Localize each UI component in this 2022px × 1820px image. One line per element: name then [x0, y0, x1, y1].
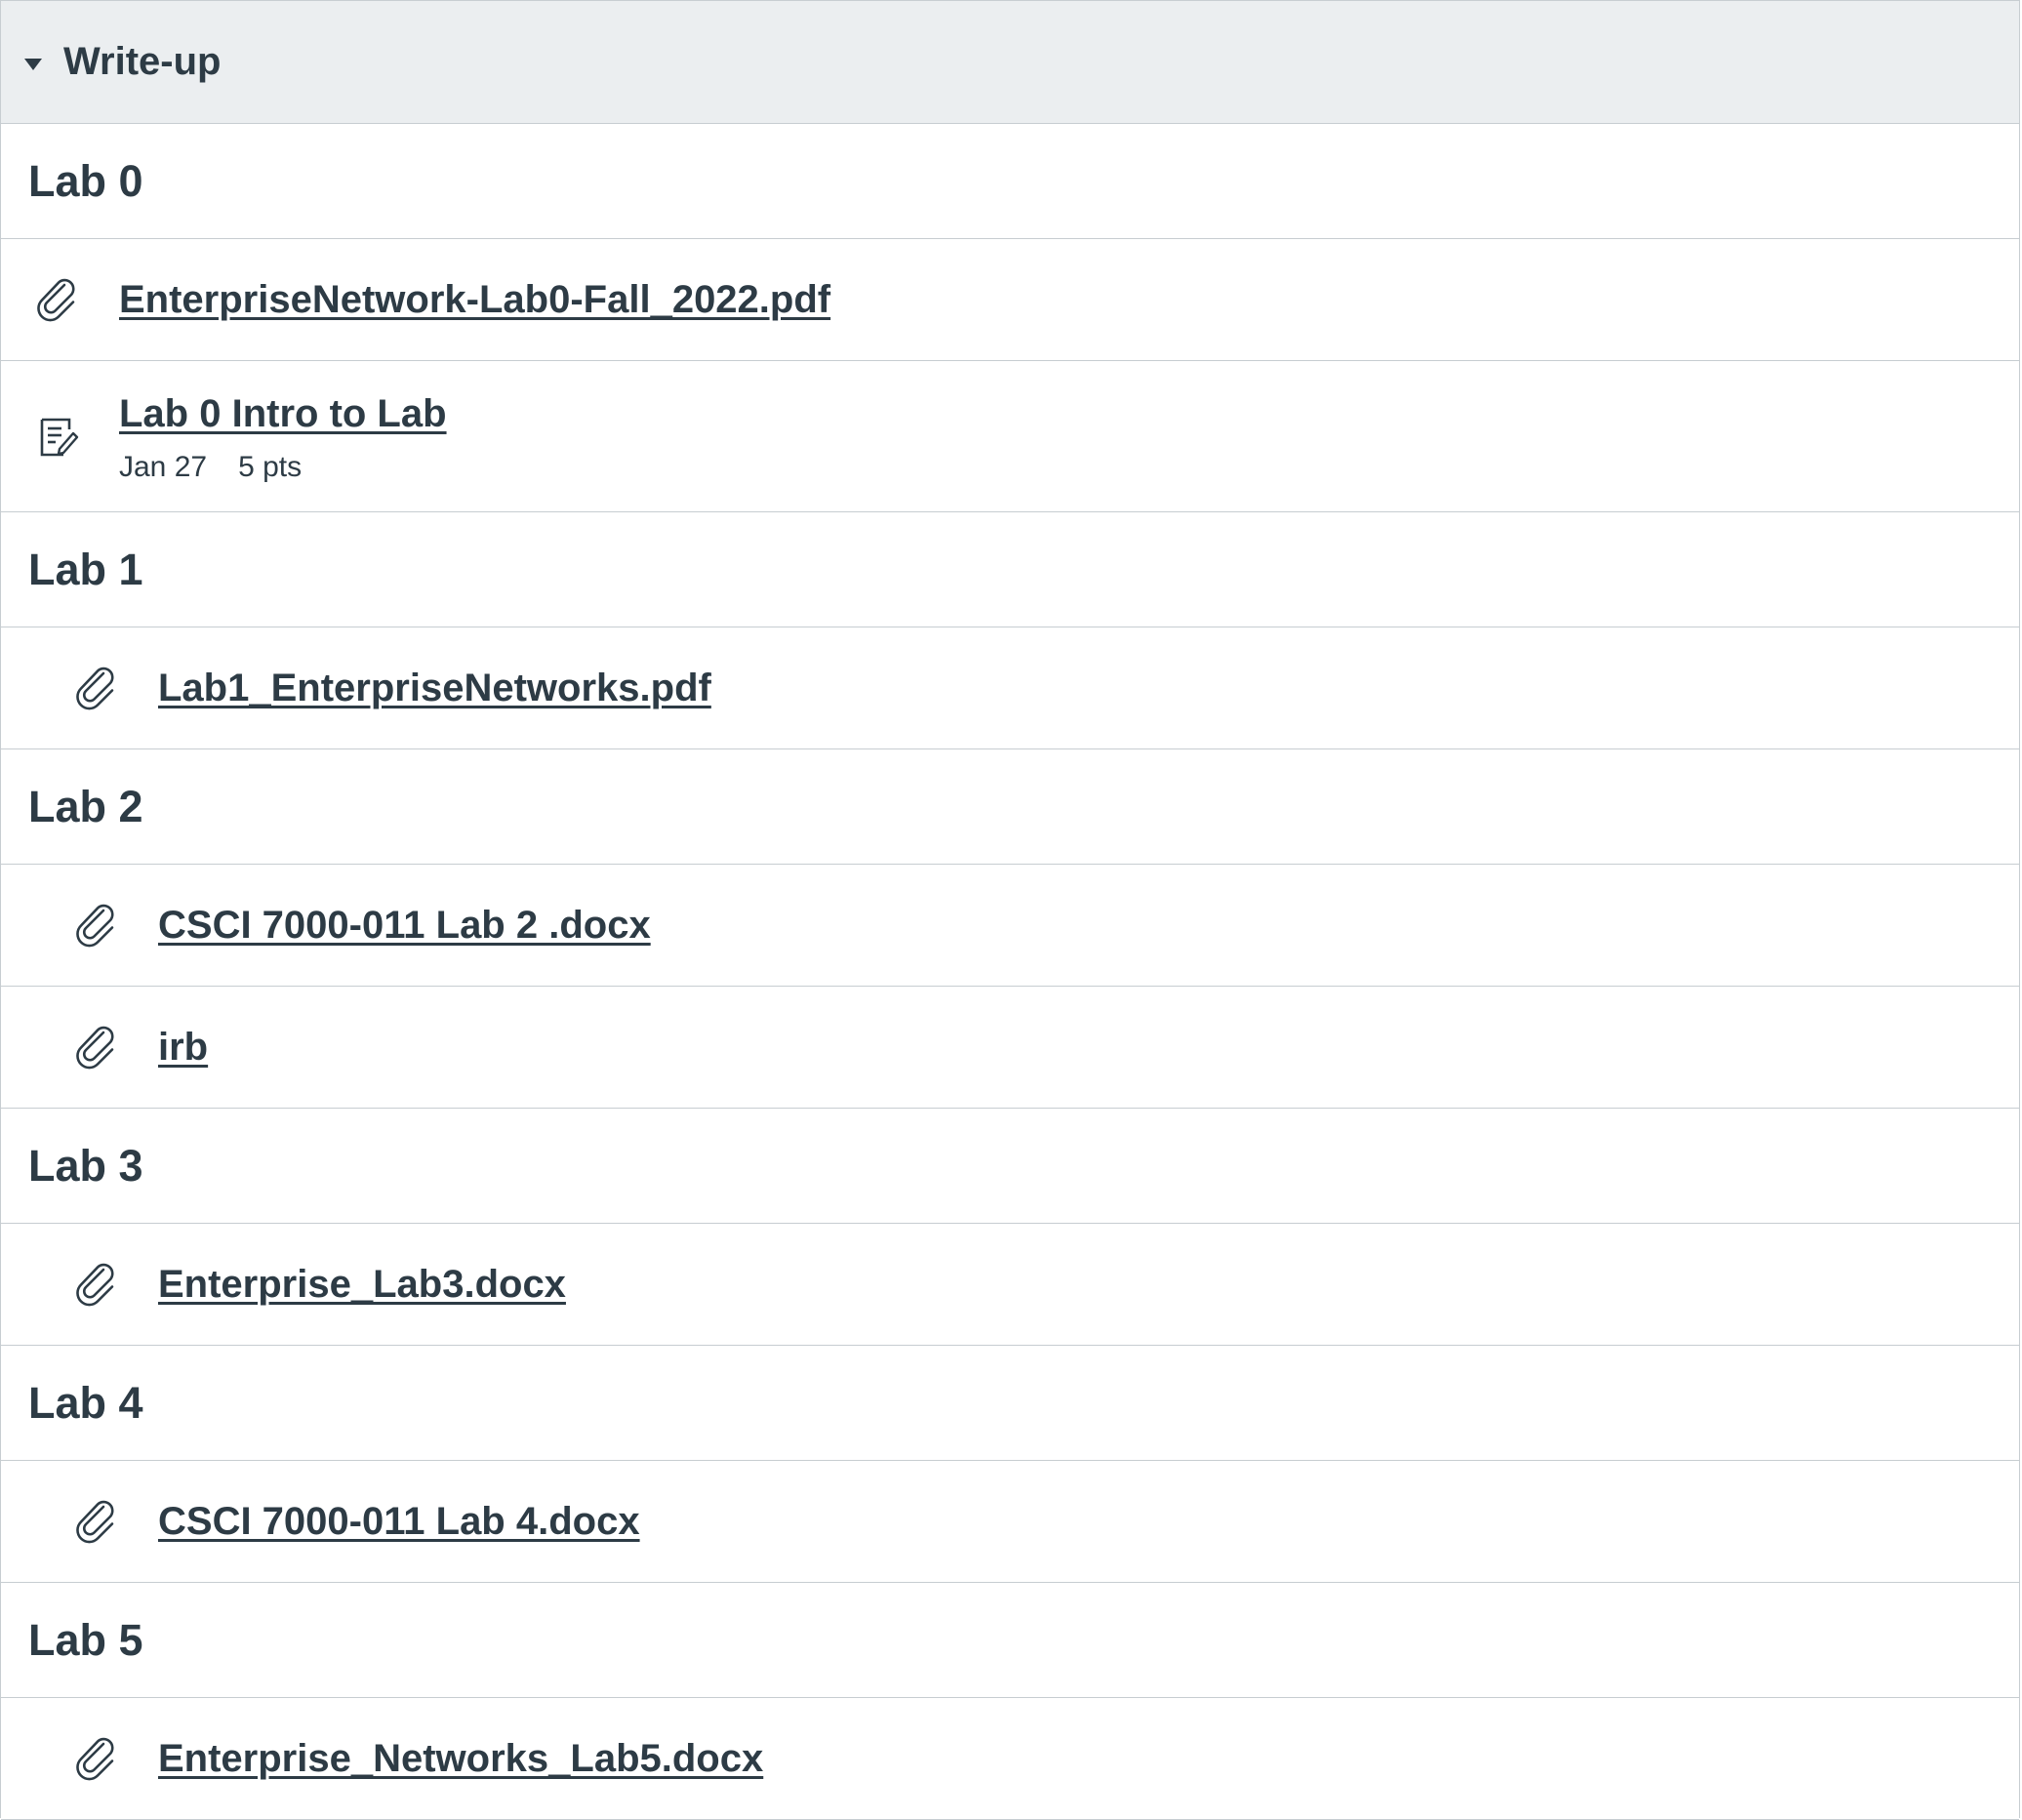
subheader-lab-3: Lab 3 — [1, 1109, 2019, 1224]
assignment-icon — [34, 414, 81, 461]
module-title: Write-up — [63, 40, 222, 83]
list-item: Lab 0 Intro to Lab Jan 27 5 pts — [1, 361, 2019, 512]
file-link[interactable]: irb — [158, 1026, 208, 1070]
caret-down-icon — [24, 58, 42, 70]
subheader-lab-0: Lab 0 — [1, 124, 2019, 239]
subheader-label: Lab 4 — [28, 1377, 143, 1428]
subheader-label: Lab 0 — [28, 155, 143, 206]
assignment-meta: Jan 27 5 pts — [119, 451, 333, 484]
paperclip-icon — [73, 1735, 120, 1782]
paperclip-icon — [73, 902, 120, 949]
file-link[interactable]: CSCI 7000-011 Lab 2 .docx — [158, 904, 651, 948]
paperclip-icon — [73, 1498, 120, 1545]
list-item: CSCI 7000-011 Lab 2 .docx — [1, 865, 2019, 987]
list-item: Enterprise_Networks_Lab5.docx — [1, 1698, 2019, 1820]
paperclip-icon — [34, 276, 81, 323]
file-link[interactable]: Enterprise_Lab3.docx — [158, 1263, 566, 1307]
paperclip-icon — [73, 665, 120, 711]
module-write-up: Write-up Lab 0 EnterpriseNetwork-Lab0-Fa… — [0, 0, 2020, 1820]
points: 5 pts — [238, 451, 303, 483]
file-link[interactable]: Enterprise_Networks_Lab5.docx — [158, 1737, 763, 1781]
subheader-lab-4: Lab 4 — [1, 1346, 2019, 1461]
subheader-lab-2: Lab 2 — [1, 749, 2019, 865]
module-header-toggle[interactable]: Write-up — [1, 1, 2019, 124]
subheader-label: Lab 2 — [28, 781, 143, 831]
list-item: Enterprise_Lab3.docx — [1, 1224, 2019, 1346]
list-item: Lab1_EnterpriseNetworks.pdf — [1, 627, 2019, 749]
subheader-label: Lab 5 — [28, 1614, 143, 1665]
paperclip-icon — [73, 1024, 120, 1071]
file-link[interactable]: EnterpriseNetwork-Lab0-Fall_2022.pdf — [119, 278, 830, 322]
due-date: Jan 27 — [119, 451, 208, 483]
list-item: irb — [1, 987, 2019, 1109]
paperclip-icon — [73, 1261, 120, 1308]
subheader-lab-5: Lab 5 — [1, 1583, 2019, 1698]
subheader-lab-1: Lab 1 — [1, 512, 2019, 627]
assignment-link[interactable]: Lab 0 Intro to Lab — [119, 392, 447, 436]
file-link[interactable]: CSCI 7000-011 Lab 4.docx — [158, 1500, 640, 1544]
list-item: CSCI 7000-011 Lab 4.docx — [1, 1461, 2019, 1583]
subheader-label: Lab 1 — [28, 544, 143, 594]
list-item: EnterpriseNetwork-Lab0-Fall_2022.pdf — [1, 239, 2019, 361]
file-link[interactable]: Lab1_EnterpriseNetworks.pdf — [158, 667, 711, 710]
subheader-label: Lab 3 — [28, 1140, 143, 1191]
